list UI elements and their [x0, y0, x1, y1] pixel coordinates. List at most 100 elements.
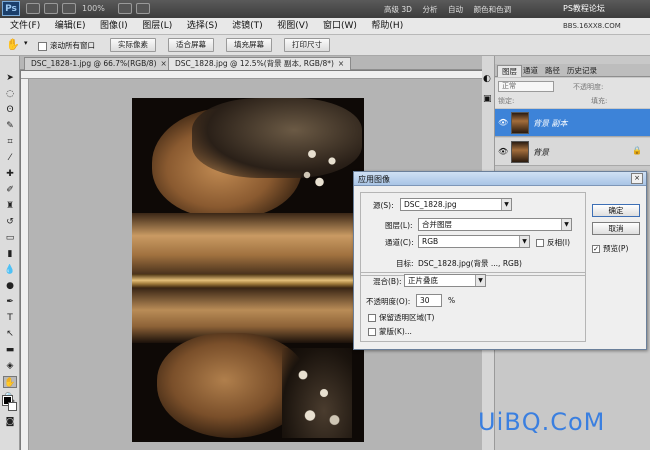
- dialog-titlebar[interactable]: 应用图像 ×: [354, 172, 646, 186]
- quick-select-tool-icon[interactable]: ✎: [3, 120, 17, 132]
- channel-select[interactable]: RGB ▼: [418, 235, 530, 248]
- arrange-documents-icon[interactable]: [118, 3, 132, 14]
- move-tool-icon[interactable]: ➤: [3, 72, 17, 84]
- menu-filter[interactable]: 滤镜(T): [226, 18, 269, 35]
- menu-bar: 文件(F) 编辑(E) 图像(I) 图层(L) 选择(S) 滤镜(T) 视图(V…: [0, 18, 650, 35]
- clone-stamp-tool-icon[interactable]: ♜: [3, 200, 17, 212]
- tab-paths[interactable]: 路径: [541, 65, 564, 77]
- pen-tool-icon[interactable]: ✒: [3, 296, 17, 308]
- eye-icon[interactable]: 👁: [498, 118, 508, 127]
- scroll-all-windows-checkbox[interactable]: 滚动所有窗口: [38, 40, 95, 51]
- menu-help[interactable]: 帮助(H): [365, 18, 409, 35]
- blending-value: 正片叠底: [408, 276, 438, 285]
- eraser-tool-icon[interactable]: ▭: [3, 232, 17, 244]
- layer-row-background[interactable]: 👁 背景 🔒: [495, 138, 650, 166]
- fit-screen-button[interactable]: 适合屏幕: [168, 38, 214, 52]
- invert-label: 反相(I): [547, 238, 571, 247]
- opacity-input[interactable]: 30: [416, 294, 442, 307]
- tool-preset-dropdown-icon[interactable]: ▾: [24, 39, 28, 47]
- type-tool-icon[interactable]: T: [3, 312, 17, 324]
- chevron-down-icon: ▼: [561, 219, 571, 230]
- menu-image[interactable]: 图像(I): [94, 18, 134, 35]
- watermark: UiBQ.CoM: [478, 408, 606, 436]
- tab-history[interactable]: 历史记录: [563, 65, 601, 77]
- fill-screen-button[interactable]: 填充屏幕: [226, 38, 272, 52]
- eye-icon[interactable]: 👁: [498, 147, 508, 156]
- adjustments-panel-icon[interactable]: ▣: [483, 94, 492, 104]
- jewels-upper: [297, 133, 347, 203]
- background-color-swatch[interactable]: [8, 402, 17, 411]
- screen-mode-icon[interactable]: [136, 3, 150, 14]
- application-bar: Ps 100% 高级 3D 分析 自动 颜色和色调 PS教程论坛: [0, 0, 650, 18]
- minibridge-icon[interactable]: [44, 3, 58, 14]
- menu-edit[interactable]: 编辑(E): [49, 18, 92, 35]
- blending-label: 混合(B):: [373, 277, 402, 286]
- mask-checkbox[interactable]: 蒙版(K)...: [368, 326, 412, 337]
- eyedropper-tool-icon[interactable]: ⁄: [3, 152, 17, 164]
- actual-pixels-button[interactable]: 实际像素: [110, 38, 156, 52]
- menu-select[interactable]: 选择(S): [181, 18, 224, 35]
- blur-tool-icon[interactable]: 💧: [3, 264, 17, 276]
- path-select-tool-icon[interactable]: ↖: [3, 328, 17, 340]
- workspace-switcher: 高级 3D 分析 自动 颜色和色调: [376, 4, 511, 15]
- hand-tool-icon[interactable]: ✋: [6, 38, 20, 51]
- zoom-level[interactable]: 100%: [82, 4, 105, 13]
- preserve-transparency-label: 保留透明区域(T): [379, 313, 435, 322]
- brush-tool-icon[interactable]: ✐: [3, 184, 17, 196]
- marquee-tool-icon[interactable]: ◌: [3, 88, 17, 100]
- lasso-tool-icon[interactable]: ʘ: [3, 104, 17, 116]
- lock-icon: 🔒: [632, 146, 642, 155]
- options-bar: ✋ ▾ 滚动所有窗口 实际像素 适合屏幕 填充屏幕 打印尺寸: [0, 35, 650, 56]
- workspace-analysis[interactable]: 分析: [422, 4, 437, 15]
- layers-panel-tabs: 图层 通道 路径 历史记录: [495, 64, 650, 77]
- preserve-transparency-checkbox[interactable]: 保留透明区域(T): [368, 312, 434, 323]
- tab-dsc1828[interactable]: DSC_1828.jpg @ 12.5%(背景 副本, RGB/8*) ×: [168, 57, 352, 70]
- shape-tool-icon[interactable]: ▬: [3, 344, 17, 356]
- hand-tool-icon[interactable]: ✋: [3, 376, 17, 388]
- layer-thumbnail: [511, 141, 529, 163]
- close-icon[interactable]: ×: [338, 59, 344, 68]
- extras-icon[interactable]: [62, 3, 76, 14]
- menu-window[interactable]: 窗口(W): [317, 18, 363, 35]
- workspace-advanced-3d[interactable]: 高级 3D: [384, 4, 412, 15]
- dodge-tool-icon[interactable]: ●: [3, 280, 17, 292]
- fill-label: 填充:: [591, 97, 608, 105]
- source-select[interactable]: DSC_1828.jpg ▼: [400, 198, 512, 211]
- checkbox-icon: [536, 239, 544, 247]
- layer-row-background-copy[interactable]: 👁 背景 副本: [495, 109, 650, 137]
- preview-checkbox[interactable]: ✓ 预览(P): [592, 243, 628, 254]
- healing-brush-tool-icon[interactable]: ✚: [3, 168, 17, 180]
- ok-button[interactable]: 确定: [592, 204, 640, 217]
- tab-dsc1828-1[interactable]: DSC_1828-1.jpg @ 66.7%(RGB/8) ×: [24, 57, 174, 70]
- quick-mask-icon[interactable]: ◙: [3, 416, 17, 428]
- color-panel-icon[interactable]: ◐: [483, 74, 491, 84]
- close-icon[interactable]: ×: [631, 173, 643, 184]
- menu-view[interactable]: 视图(V): [271, 18, 314, 35]
- invert-checkbox[interactable]: 反相(I): [536, 237, 570, 248]
- crop-tool-icon[interactable]: ⌗: [3, 136, 17, 148]
- site-tag: PS教程论坛: [563, 4, 605, 13]
- menu-layer[interactable]: 图层(L): [136, 18, 178, 35]
- chevron-down-icon: ▼: [519, 236, 529, 247]
- document-image[interactable]: [132, 98, 364, 442]
- blend-mode-select[interactable]: 正常: [498, 81, 554, 92]
- gradient-tool-icon[interactable]: ▮: [3, 248, 17, 260]
- menu-file[interactable]: 文件(F): [4, 18, 46, 35]
- blending-select[interactable]: 正片叠底 ▼: [404, 274, 486, 287]
- gold-bar: [132, 274, 364, 288]
- print-size-button[interactable]: 打印尺寸: [284, 38, 330, 52]
- 3d-rotate-tool-icon[interactable]: ◈: [3, 360, 17, 372]
- workspace-auto[interactable]: 自动: [448, 4, 463, 15]
- bridge-icon[interactable]: [26, 3, 40, 14]
- layer-select[interactable]: 合并图层 ▼: [418, 218, 572, 231]
- cancel-button[interactable]: 取消: [592, 222, 640, 235]
- close-icon[interactable]: ×: [161, 59, 167, 68]
- history-brush-tool-icon[interactable]: ↺: [3, 216, 17, 228]
- tab-channels[interactable]: 通道: [519, 65, 542, 77]
- opacity-label: 不透明度(O):: [366, 297, 411, 306]
- checkbox-icon: [368, 328, 376, 336]
- document-tab-bar: DSC_1828-1.jpg @ 66.7%(RGB/8) × DSC_1828.…: [20, 56, 482, 70]
- target-label: 目标:: [396, 259, 414, 268]
- workspace-color[interactable]: 颜色和色调: [474, 4, 512, 15]
- scroll-all-windows-label: 滚动所有窗口: [50, 41, 95, 50]
